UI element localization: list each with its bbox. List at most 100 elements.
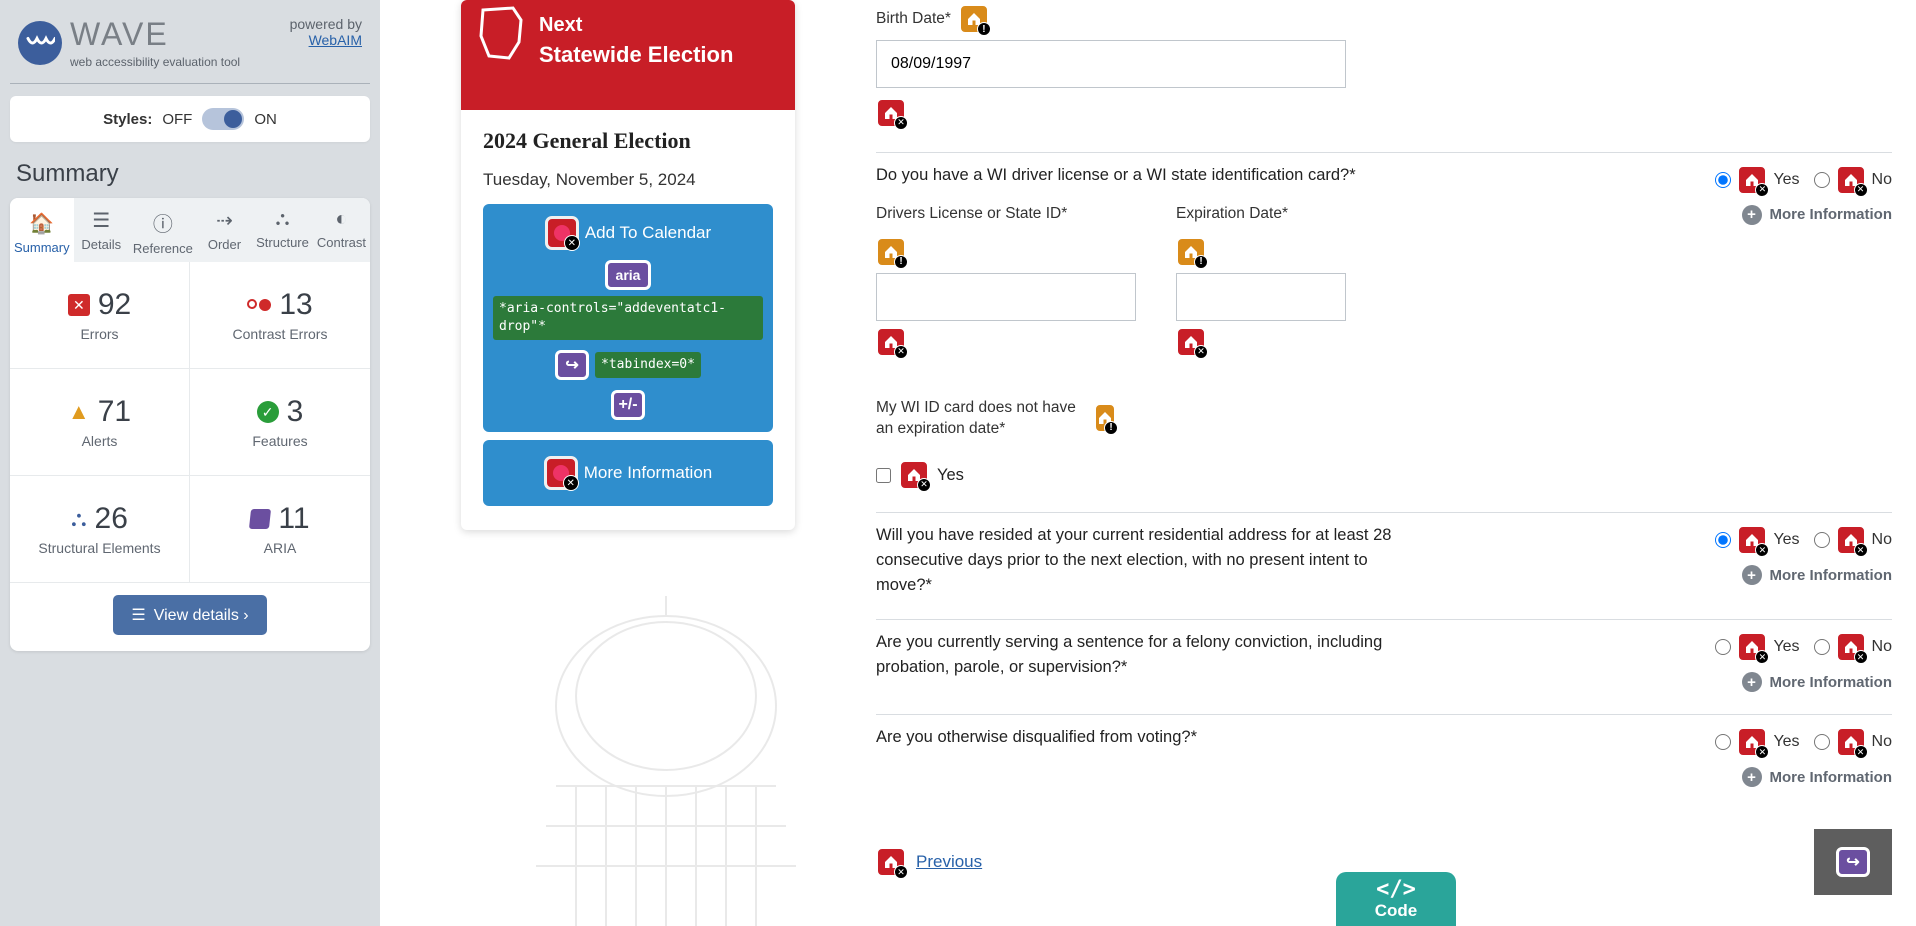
reside-yes-radio[interactable] bbox=[1715, 532, 1731, 548]
wave-error-icon[interactable] bbox=[876, 847, 906, 877]
wave-error-icon[interactable] bbox=[545, 216, 579, 250]
reside-no-radio[interactable] bbox=[1814, 532, 1830, 548]
noexp-yes-label: Yes bbox=[937, 463, 964, 488]
sidebar-tabs: 🏠Summary ☰Details ⓘReference ⇢Order ⛬Str… bbox=[10, 198, 370, 262]
wave-error-icon[interactable] bbox=[1737, 632, 1767, 662]
dl-yes-radio[interactable] bbox=[1715, 172, 1731, 188]
more-info-button[interactable]: +More Information bbox=[1742, 672, 1893, 692]
wave-error-icon[interactable] bbox=[1176, 327, 1206, 357]
stat-errors[interactable]: ✕92 Errors bbox=[10, 262, 190, 369]
wave-alert-icon[interactable] bbox=[876, 237, 906, 267]
wave-logo: WAVE web accessibility evaluation tool bbox=[18, 16, 240, 69]
plus-icon: + bbox=[1742, 205, 1762, 225]
stat-alerts[interactable]: ▲71 Alerts bbox=[10, 369, 190, 476]
aria-badge[interactable]: aria bbox=[605, 260, 652, 290]
dl-license-input[interactable] bbox=[876, 273, 1136, 321]
feature-icon: ✓ bbox=[257, 401, 279, 423]
aria-icon bbox=[249, 509, 271, 529]
wave-error-icon[interactable] bbox=[1737, 727, 1767, 757]
wave-error-icon[interactable] bbox=[876, 327, 906, 357]
content-middle: Next Statewide Election 2024 General Ele… bbox=[380, 0, 876, 926]
webaim-link[interactable]: WebAIM bbox=[309, 32, 362, 48]
wave-alert-icon[interactable] bbox=[1094, 403, 1116, 433]
disq-question: Are you otherwise disqualified from voti… bbox=[876, 725, 1406, 787]
stat-aria[interactable]: 11 ARIA bbox=[190, 476, 370, 583]
stat-contrast[interactable]: 13 Contrast Errors bbox=[190, 262, 370, 369]
summary-heading: Summary bbox=[10, 156, 370, 198]
code-tab[interactable]: </> Code bbox=[1336, 872, 1456, 926]
wave-error-icon[interactable] bbox=[1836, 632, 1866, 662]
more-info-button[interactable]: +More Information bbox=[1742, 565, 1893, 585]
dl-license-label: Drivers License or State ID* bbox=[876, 202, 1136, 225]
felony-yes-radio[interactable] bbox=[1715, 639, 1731, 655]
styles-toggle[interactable] bbox=[202, 108, 244, 130]
aria-controls-chip[interactable]: *aria-controls="addeventatc1-drop"* bbox=[493, 296, 763, 340]
dl-yes-no: Yes No bbox=[1715, 165, 1892, 195]
wave-error-icon[interactable] bbox=[1737, 165, 1767, 195]
previous-link[interactable]: Previous bbox=[876, 847, 982, 877]
tab-structure[interactable]: ⛬Structure bbox=[252, 198, 313, 262]
structural-icon: ⛬ bbox=[71, 506, 86, 532]
contrast-icon: ◐ bbox=[317, 208, 366, 231]
wave-error-icon[interactable] bbox=[1836, 525, 1866, 555]
noexp-label: My WI ID card does not have an expiratio… bbox=[876, 397, 1116, 440]
info-icon: ⓘ bbox=[133, 208, 193, 237]
continue-button[interactable]: ↪ bbox=[1814, 829, 1892, 895]
reside-question: Will you have resided at your current re… bbox=[876, 523, 1406, 597]
felony-no-radio[interactable] bbox=[1814, 639, 1830, 655]
tab-summary[interactable]: 🏠Summary bbox=[10, 198, 74, 262]
plus-icon: + bbox=[1742, 767, 1762, 787]
tab-details[interactable]: ☰Details bbox=[74, 198, 129, 262]
tab-contrast[interactable]: ◐Contrast bbox=[313, 198, 370, 262]
dl-question: Do you have a WI driver license or a WI … bbox=[876, 163, 1406, 188]
more-info-button[interactable]: +More Information bbox=[1742, 205, 1893, 225]
reside-question-section: Will you have resided at your current re… bbox=[876, 512, 1892, 619]
wave-logo-icon bbox=[18, 21, 62, 65]
election-date: Tuesday, November 5, 2024 bbox=[483, 170, 773, 190]
wave-error-icon[interactable] bbox=[1836, 165, 1866, 195]
plus-icon: + bbox=[1742, 672, 1762, 692]
view-details-button[interactable]: ☰View details › bbox=[113, 595, 266, 635]
wave-error-icon[interactable] bbox=[1836, 727, 1866, 757]
tab-order[interactable]: ⇢Order bbox=[197, 198, 252, 262]
code-icon: </> bbox=[1376, 879, 1416, 901]
wave-alert-icon[interactable] bbox=[959, 4, 989, 34]
order-icon: ⇢ bbox=[201, 208, 248, 233]
summary-panel: 🏠Summary ☰Details ⓘReference ⇢Order ⛬Str… bbox=[10, 198, 370, 651]
expiration-label: Expiration Date* bbox=[1176, 202, 1346, 225]
bars-icon: ☰ bbox=[131, 607, 145, 624]
tabindex-icon[interactable]: ↪ bbox=[555, 350, 589, 380]
powered-by: powered by WebAIM bbox=[290, 16, 362, 48]
wave-error-icon[interactable] bbox=[899, 460, 929, 490]
birthdate-label: Birth Date* bbox=[876, 4, 1406, 34]
stat-features[interactable]: ✓3 Features bbox=[190, 369, 370, 476]
stats-grid: ✕92 Errors 13 Contrast Errors ▲71 Alerts… bbox=[10, 262, 370, 583]
tabindex-chip[interactable]: *tabindex=0* bbox=[595, 352, 701, 378]
more-info-link[interactable]: More Information bbox=[584, 463, 713, 483]
wave-error-icon[interactable] bbox=[544, 456, 578, 490]
felony-question-section: Are you currently serving a sentence for… bbox=[876, 619, 1892, 714]
wave-error-icon[interactable] bbox=[876, 98, 906, 128]
expiration-input[interactable] bbox=[1176, 273, 1346, 321]
birthdate-input[interactable] bbox=[876, 40, 1346, 88]
add-calendar-link[interactable]: Add To Calendar bbox=[585, 223, 711, 243]
election-header: Next Statewide Election bbox=[461, 0, 795, 110]
stat-structural[interactable]: ⛬26 Structural Elements bbox=[10, 476, 190, 583]
wave-tagline: web accessibility evaluation tool bbox=[70, 55, 240, 69]
wisconsin-icon bbox=[475, 6, 525, 62]
wave-alert-icon[interactable] bbox=[1176, 237, 1206, 267]
noexp-checkbox[interactable] bbox=[876, 468, 891, 483]
wave-error-icon[interactable] bbox=[1737, 525, 1767, 555]
styles-toggle-card: Styles: OFF ON bbox=[10, 96, 370, 142]
list-icon: ☰ bbox=[78, 208, 125, 233]
plusminus-icon[interactable]: +/- bbox=[611, 390, 645, 420]
disq-yes-radio[interactable] bbox=[1715, 734, 1731, 750]
dl-no-radio[interactable] bbox=[1814, 172, 1830, 188]
more-info-button[interactable]: +More Information bbox=[1742, 767, 1893, 787]
statewide-label: Statewide Election bbox=[539, 41, 781, 69]
tab-reference[interactable]: ⓘReference bbox=[129, 198, 197, 262]
wave-sidebar: WAVE web accessibility evaluation tool p… bbox=[0, 0, 380, 926]
plus-icon: + bbox=[1742, 565, 1762, 585]
error-icon: ✕ bbox=[68, 294, 90, 316]
disq-no-radio[interactable] bbox=[1814, 734, 1830, 750]
